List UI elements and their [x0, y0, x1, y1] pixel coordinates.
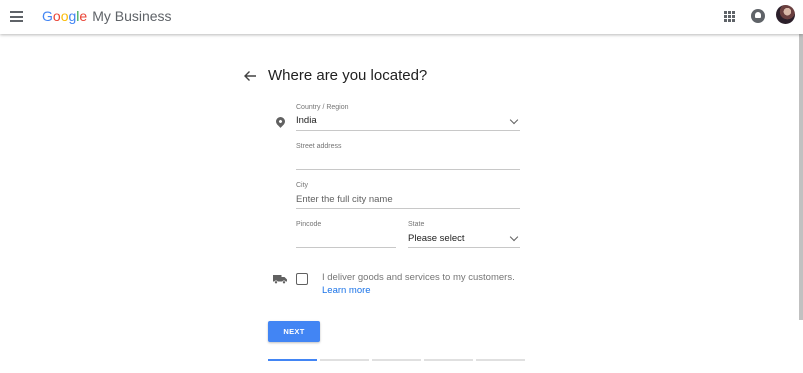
state-value: Please select [408, 233, 465, 244]
avatar[interactable] [776, 5, 795, 24]
state-select[interactable]: State Please select [408, 219, 520, 248]
brand-logo[interactable]: Google My Business [42, 7, 172, 25]
page-title: Where are you located? [268, 67, 428, 84]
country-label: Country / Region [296, 104, 349, 111]
pincode-label: Pincode [296, 221, 322, 228]
city-placeholder: Enter the full city name [296, 194, 393, 205]
country-select[interactable]: Country / Region India [296, 102, 520, 131]
street-address-label: Street address [296, 143, 342, 150]
progress-step [320, 359, 369, 361]
brand-letter: G [42, 8, 53, 24]
learn-more-link[interactable]: Learn more [322, 284, 371, 297]
back-arrow-icon[interactable] [243, 69, 257, 83]
delivery-checkbox[interactable] [296, 273, 308, 285]
city-field[interactable]: City Enter the full city name [296, 180, 520, 209]
progress-step [372, 359, 421, 361]
country-value: India [296, 115, 317, 126]
progress-step [424, 359, 473, 361]
product-name: My Business [92, 8, 172, 24]
menu-icon[interactable] [10, 11, 23, 22]
next-button[interactable]: NEXT [268, 321, 320, 342]
top-app-bar: Google My Business [0, 0, 803, 34]
pincode-field[interactable]: Pincode [296, 219, 396, 248]
apps-icon[interactable] [724, 11, 735, 22]
truck-icon [273, 275, 287, 284]
chevron-down-icon [509, 232, 519, 242]
delivery-label: I deliver goods and services to my custo… [322, 272, 515, 283]
city-label: City [296, 182, 309, 189]
street-address-field[interactable]: Street address [296, 141, 520, 170]
notifications-icon[interactable] [751, 9, 765, 23]
progress-step [268, 359, 317, 361]
brand-letter: o [52, 8, 61, 24]
progress-step [476, 359, 525, 361]
scrollbar[interactable] [799, 34, 803, 320]
location-pin-icon [274, 115, 287, 128]
brand-letter: e [79, 8, 88, 24]
chevron-down-icon [509, 115, 519, 125]
state-label: State [408, 221, 425, 228]
